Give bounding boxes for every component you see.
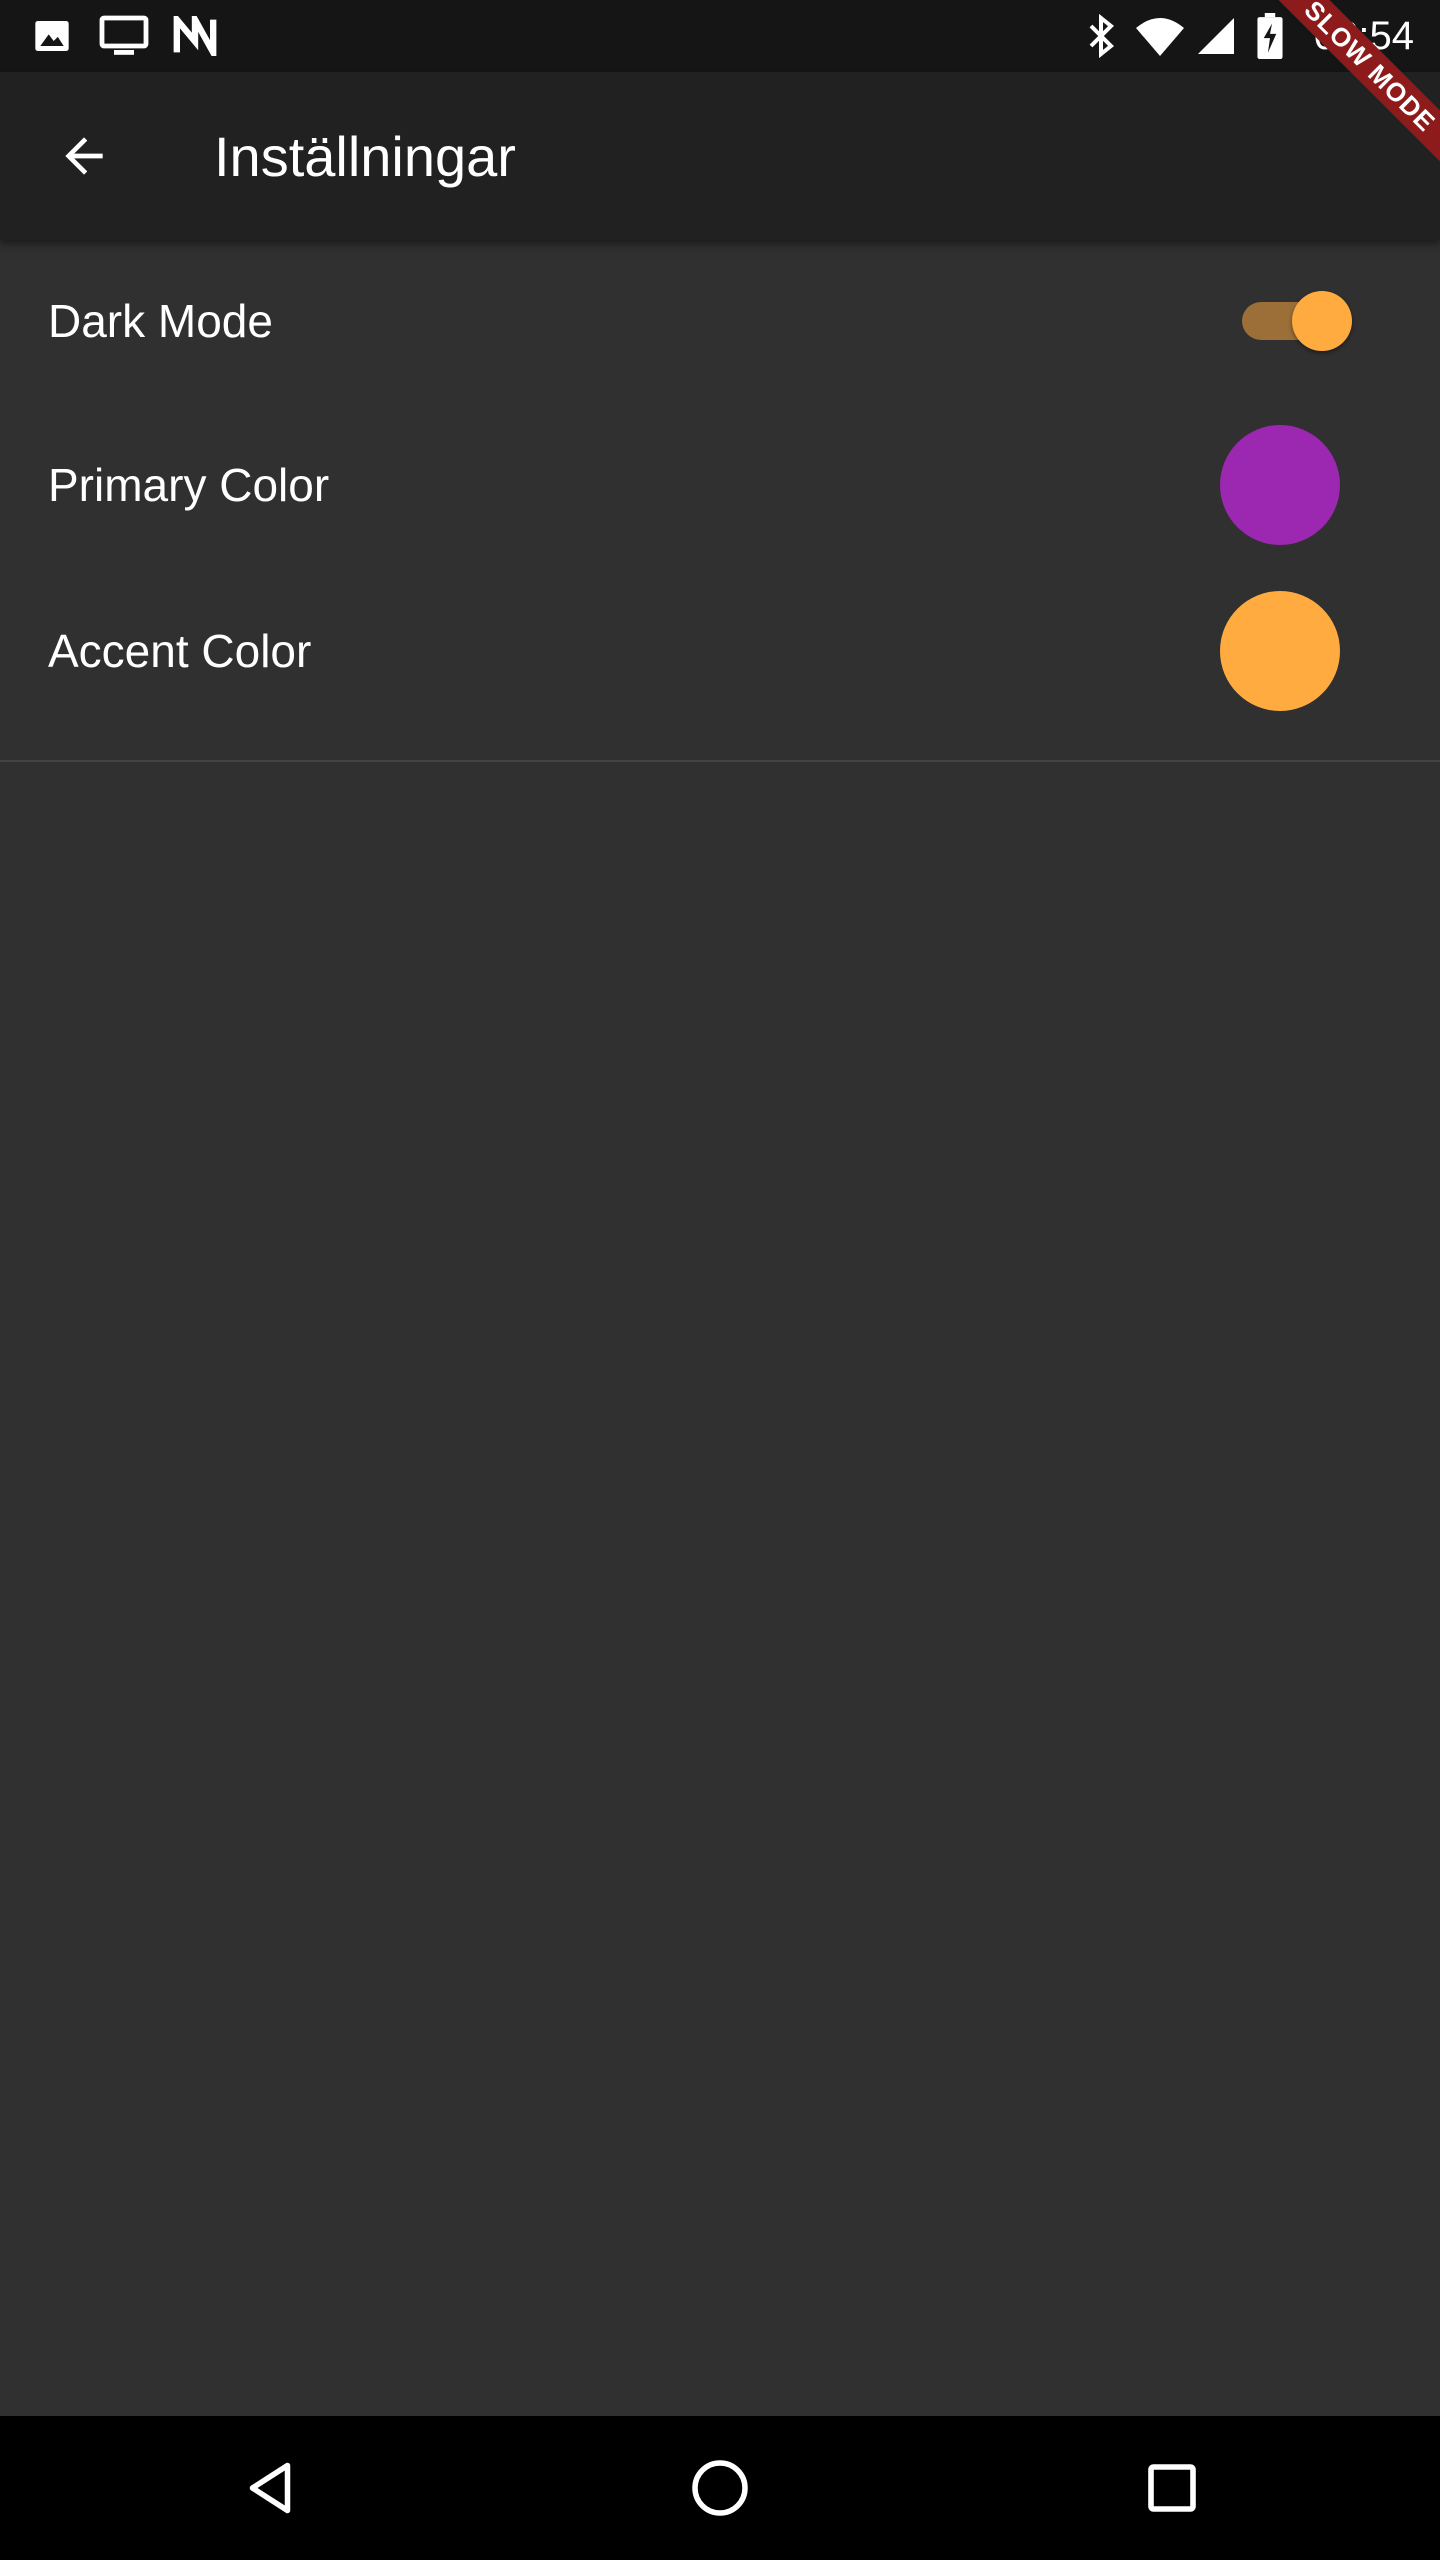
image-icon (32, 0, 72, 72)
dark-mode-switch[interactable] (1242, 291, 1352, 351)
home-circle-icon (692, 2460, 748, 2516)
dark-mode-label: Dark Mode (48, 295, 273, 347)
settings-list: Dark Mode Primary Color Accent Color (0, 240, 1440, 734)
recents-square-icon (1148, 2464, 1196, 2512)
back-button[interactable] (38, 110, 130, 202)
switch-thumb (1292, 291, 1352, 351)
accent-color-label: Accent Color (48, 625, 312, 677)
setting-row-accent-color[interactable]: Accent Color (0, 568, 1440, 734)
cast-icon (98, 0, 150, 72)
n-app-icon (172, 0, 218, 72)
arrow-back-icon (65, 137, 103, 175)
primary-color-swatch[interactable] (1220, 425, 1340, 545)
app-bar: Inställningar (0, 72, 1440, 240)
status-bar: 08:54 (0, 0, 1440, 72)
list-divider (0, 760, 1440, 762)
bluetooth-icon (1086, 0, 1116, 72)
cell-signal-icon (1196, 0, 1236, 72)
nav-recents-button[interactable] (1122, 2438, 1222, 2538)
debug-banner: SLOW MODE (1260, 0, 1440, 180)
debug-banner-label: SLOW MODE (1260, 0, 1440, 178)
accent-color-swatch[interactable] (1220, 591, 1340, 711)
primary-color-label: Primary Color (48, 459, 330, 511)
wifi-icon (1134, 0, 1186, 72)
nav-back-button[interactable] (220, 2438, 320, 2538)
navigation-bar (0, 2416, 1440, 2560)
setting-row-dark-mode[interactable]: Dark Mode (0, 240, 1440, 402)
setting-row-primary-color[interactable]: Primary Color (0, 402, 1440, 568)
nav-home-button[interactable] (670, 2438, 770, 2538)
page-title: Inställningar (214, 124, 516, 188)
back-triangle-icon (249, 2462, 291, 2514)
